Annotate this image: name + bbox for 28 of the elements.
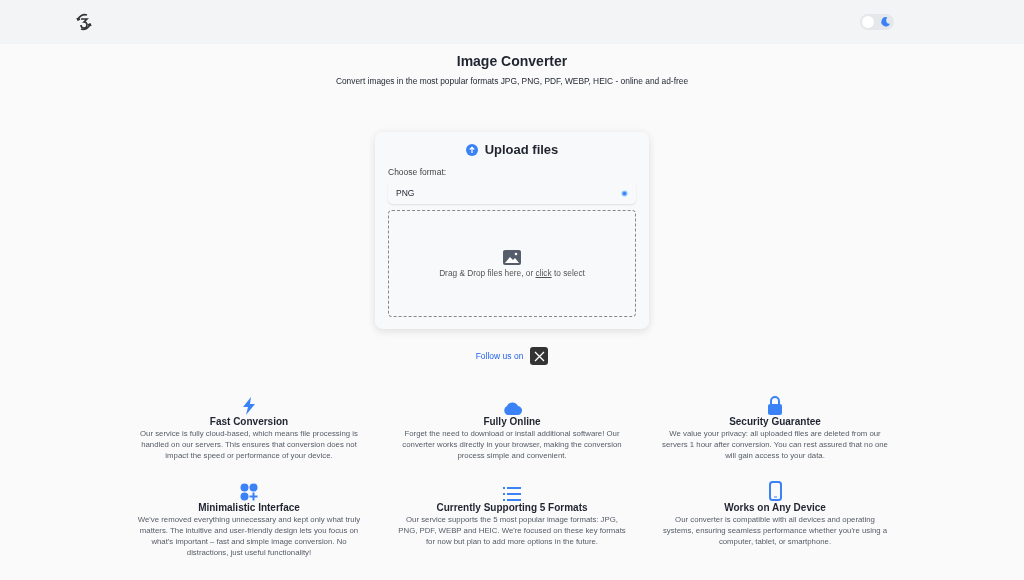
select-link[interactable]: click [535, 267, 552, 278]
feature-title: Minimalistic Interface [198, 502, 300, 513]
moon-icon [880, 16, 891, 28]
x-logo-icon[interactable] [530, 347, 549, 365]
apps-icon [240, 483, 258, 501]
lock-icon [767, 396, 783, 415]
card-title: Upload files [484, 142, 559, 157]
image-icon [503, 249, 521, 265]
dropdown-indicator-icon [621, 189, 628, 197]
page-title: Image Converter [456, 53, 568, 69]
cloud-icon [502, 401, 522, 415]
lightning-icon [241, 397, 257, 415]
feature-title: Currently Supporting 5 Formats [436, 502, 588, 513]
theme-toggle[interactable] [860, 14, 894, 30]
feature-title: Fully Online [483, 416, 541, 427]
follow-label[interactable]: Follow us on [475, 351, 524, 361]
upload-icon [465, 143, 478, 156]
smartphone-icon [768, 481, 782, 501]
page-subtitle: Convert images in the most popular formats JPG, PNG, PDF, WEBP, HEIC - online and ad-free [335, 76, 689, 86]
drop-zone[interactable]: Drag & Drop files here, or click to select [388, 210, 636, 317]
feature-title: Fast Conversion [209, 416, 289, 427]
feature-title: Works on Any Device [724, 502, 826, 513]
list-icon [503, 487, 521, 501]
format-select[interactable]: PNG [388, 182, 636, 204]
feature-title: Security Guarantee [729, 416, 821, 427]
drop-instructions: Drag & Drop files here, or click to select [439, 267, 585, 278]
logo-icon[interactable] [74, 12, 94, 32]
format-label: Choose format: [388, 167, 448, 177]
